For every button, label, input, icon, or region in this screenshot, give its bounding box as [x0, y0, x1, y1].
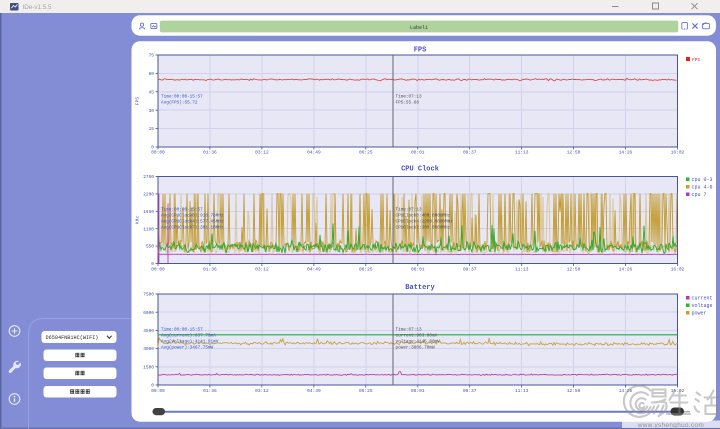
svg-text:D6504FNB1HC(WIFI): D6504FNB1HC(WIFI): [46, 335, 99, 341]
svg-text:2750: 2750: [143, 174, 154, 180]
svg-text:00:00: 00:00: [151, 267, 165, 273]
svg-text:Avg(CPUClock4):577.45MHz: Avg(CPUClock4):577.45MHz: [161, 220, 224, 225]
svg-text:cpu 4-6: cpu 4-6: [692, 185, 713, 191]
svg-text:Avg(CPUClock7):301.10MHz: Avg(CPUClock7):301.10MHz: [161, 226, 224, 231]
svg-text:04:49: 04:49: [307, 150, 321, 156]
svg-text:09:37: 09:37: [463, 267, 477, 273]
svg-text:current:903.00mA: current:903.00mA: [396, 334, 438, 339]
svg-text:04:49: 04:49: [307, 388, 321, 394]
svg-text:current: current: [692, 296, 713, 302]
svg-text:7500: 7500: [143, 292, 154, 298]
svg-text:12:50: 12:50: [567, 267, 581, 273]
svg-text:Time:00:00-15:57: Time:00:00-15:57: [161, 95, 203, 100]
svg-text:60: 60: [149, 71, 155, 77]
svg-text:08:01: 08:01: [411, 150, 425, 156]
svg-text:Battery: Battery: [405, 284, 435, 292]
svg-text:1100: 1100: [143, 226, 154, 232]
svg-text:CPUClock7:300.0000MHz: CPUClock7:300.0000MHz: [396, 226, 451, 231]
svg-text:08:01: 08:01: [411, 388, 425, 394]
svg-text:06:25: 06:25: [359, 388, 373, 394]
svg-text:04:49: 04:49: [307, 267, 321, 273]
svg-text:6000: 6000: [143, 310, 154, 316]
svg-text:75: 75: [149, 53, 155, 59]
svg-text:03:12: 03:12: [255, 150, 269, 156]
svg-text:00:00: 00:00: [151, 150, 165, 156]
svg-text:power:3806.70mW: power:3806.70mW: [396, 346, 435, 351]
svg-text:voltage: voltage: [692, 303, 713, 309]
svg-text:11:13: 11:13: [515, 267, 529, 273]
svg-text:08:01: 08:01: [411, 267, 425, 273]
svg-text:FPS: FPS: [414, 47, 427, 55]
svg-text:45: 45: [149, 89, 155, 95]
svg-text:www.yshenghuo.com: www.yshenghuo.com: [637, 422, 704, 429]
svg-text:power: power: [692, 311, 707, 317]
svg-text:0: 0: [151, 383, 154, 389]
svg-text:Avg(FPS):55.72: Avg(FPS):55.72: [161, 101, 198, 106]
svg-text:16:02: 16:02: [671, 267, 685, 273]
svg-text:IDe-v1.5.5: IDe-v1.5.5: [23, 4, 53, 11]
svg-text:01:36: 01:36: [203, 388, 217, 394]
svg-text:KHz: KHz: [135, 216, 141, 224]
svg-text:16:02: 16:02: [671, 150, 685, 156]
svg-text:06:25: 06:25: [359, 150, 373, 156]
svg-text:09:37: 09:37: [463, 150, 477, 156]
svg-text:3000: 3000: [143, 346, 154, 352]
svg-text:14:26: 14:26: [619, 150, 633, 156]
svg-text:30: 30: [149, 108, 155, 114]
svg-text:03:12: 03:12: [255, 267, 269, 273]
svg-text:11:13: 11:13: [515, 150, 529, 156]
svg-text:1500: 1500: [143, 364, 154, 370]
svg-text:0: 0: [151, 261, 154, 267]
svg-text:03:12: 03:12: [255, 388, 269, 394]
svg-text:4500: 4500: [143, 328, 154, 334]
svg-text:CPUClock0:400.0000MHz: CPUClock0:400.0000MHz: [396, 214, 451, 219]
svg-text:Time:07:13: Time:07:13: [396, 95, 422, 100]
svg-text:00:00: 00:00: [151, 388, 165, 394]
svg-text:FPS: FPS: [692, 57, 700, 63]
svg-text:CPUClock4:2208.0000MHz: CPUClock4:2208.0000MHz: [396, 220, 454, 225]
svg-text:09:37: 09:37: [463, 388, 477, 394]
svg-text:Time:07:13: Time:07:13: [396, 208, 422, 213]
svg-text:550: 550: [146, 244, 154, 250]
svg-text:14:26: 14:26: [619, 267, 633, 273]
svg-text:FPS:55.88: FPS:55.88: [396, 101, 420, 106]
svg-text:12:50: 12:50: [567, 150, 581, 156]
svg-text:cpu 0-3: cpu 0-3: [692, 177, 713, 183]
svg-text:CPU Clock: CPU Clock: [401, 166, 439, 174]
svg-text:15: 15: [149, 126, 155, 132]
svg-text:Avg(CPUClock0):916.78MHz: Avg(CPUClock0):916.78MHz: [161, 214, 224, 219]
svg-text:1650: 1650: [143, 209, 154, 215]
svg-text:01:36: 01:36: [203, 150, 217, 156]
svg-text:Avg(current):837.79mA: Avg(current):837.79mA: [161, 334, 216, 339]
svg-text:2200: 2200: [143, 192, 154, 198]
svg-text:voltage:4145.00mV: voltage:4145.00mV: [396, 340, 441, 345]
svg-text:12:50: 12:50: [567, 388, 581, 394]
svg-text:11:13: 11:13: [515, 388, 529, 394]
svg-text:Time:00:00-15:57: Time:00:00-15:57: [161, 328, 203, 333]
svg-text:FPS: FPS: [135, 97, 141, 105]
svg-text:01:36: 01:36: [203, 267, 217, 273]
svg-text:Time:07:13: Time:07:13: [396, 328, 422, 333]
svg-text:06:25: 06:25: [359, 267, 373, 273]
svg-text:Time:00:00-15:57: Time:00:00-15:57: [161, 208, 203, 213]
svg-text:cpu 7: cpu 7: [692, 192, 707, 198]
svg-text:Avg(power):3467.75mW: Avg(power):3467.75mW: [161, 346, 214, 351]
svg-text:Avg(voltage):4141.91mV: Avg(voltage):4141.91mV: [161, 340, 219, 345]
svg-text:Label1: Label1: [410, 25, 428, 31]
